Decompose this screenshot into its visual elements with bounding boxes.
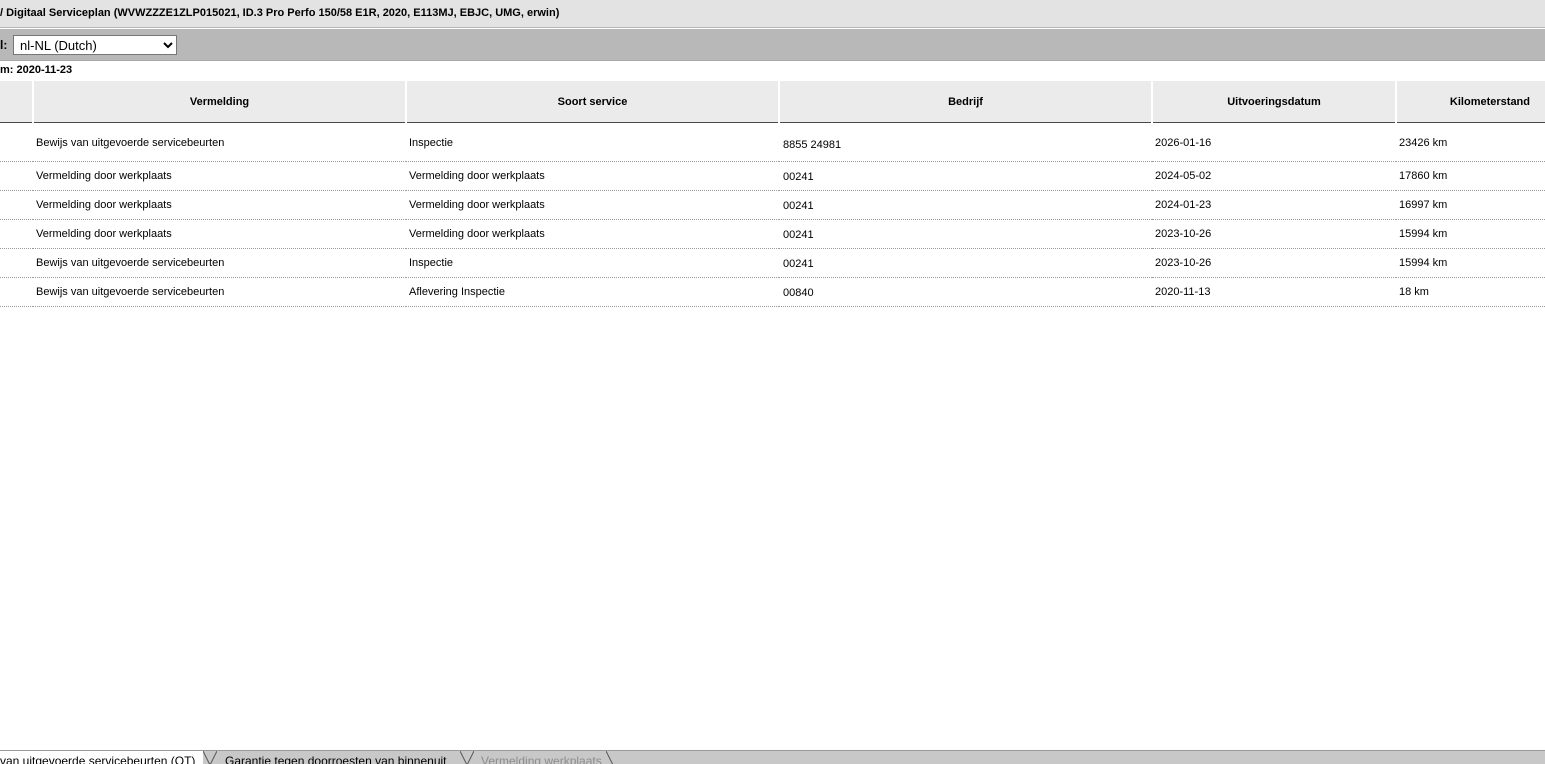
date-line: m: 2020-11-23 — [0, 64, 73, 76]
cell-kilometerstand: 23426 km — [1396, 122, 1545, 162]
bottom-tab-bar: van uitgevoerde servicebeurten (OT) Gara… — [0, 750, 1545, 764]
table-row[interactable]: Bewijs van uitgevoerde servicebeurten Af… — [0, 277, 1545, 307]
cell-soort-service: Inspectie — [406, 248, 779, 278]
cell-vermelding: Vermelding door werkplaats — [33, 219, 406, 249]
table-header-row: Vermelding Soort service Bedrijf Uitvoer… — [0, 81, 1545, 123]
tab-vermelding-werkplaats: Vermelding werkplaats — [481, 754, 602, 764]
cell-uitvoeringsdatum: 2020-11-13 — [1152, 277, 1396, 307]
header-vermelding[interactable]: Vermelding — [32, 81, 406, 123]
service-history-table: Vermelding Soort service Bedrijf Uitvoer… — [0, 81, 1545, 307]
cell-bedrijf: 00840 — [779, 277, 1152, 307]
cell-kilometerstand: 17860 km — [1396, 161, 1545, 191]
cell-uitvoeringsdatum: 2024-05-02 — [1152, 161, 1396, 191]
row-marker-cell — [0, 219, 33, 249]
cell-soort-service: Inspectie — [406, 122, 779, 162]
header-bedrijf[interactable]: Bedrijf — [778, 81, 1152, 123]
cell-kilometerstand: 15994 km — [1396, 219, 1545, 249]
language-select[interactable]: nl-NL (Dutch) — [13, 35, 177, 55]
cell-soort-service: Vermelding door werkplaats — [406, 219, 779, 249]
table-row[interactable]: Vermelding door werkplaats Vermelding do… — [0, 190, 1545, 220]
header-col0[interactable] — [0, 81, 33, 123]
service-plan-window: / Digitaal Serviceplan (WVWZZZE1ZLP01502… — [0, 0, 1545, 764]
tab-separator — [203, 751, 217, 764]
row-marker-cell — [0, 277, 33, 307]
cell-kilometerstand: 15994 km — [1396, 248, 1545, 278]
cell-vermelding: Bewijs van uitgevoerde servicebeurten — [33, 122, 406, 162]
tab-separator — [606, 751, 614, 764]
tab-servicebeurten[interactable]: van uitgevoerde servicebeurten (OT) — [0, 751, 203, 764]
row-marker-cell — [0, 248, 33, 278]
cell-soort-service: Vermelding door werkplaats — [406, 161, 779, 191]
cell-uitvoeringsdatum: 2023-10-26 — [1152, 248, 1396, 278]
cell-uitvoeringsdatum: 2026-01-16 — [1152, 122, 1396, 162]
cell-kilometerstand: 16997 km — [1396, 190, 1545, 220]
window-title: / Digitaal Serviceplan (WVWZZZE1ZLP01502… — [0, 7, 560, 19]
cell-bedrijf: 8855 24981 — [779, 122, 1152, 162]
header-soort-service[interactable]: Soort service — [405, 81, 779, 123]
cell-vermelding: Vermelding door werkplaats — [33, 190, 406, 220]
row-marker-cell — [0, 122, 33, 162]
cell-soort-service: Vermelding door werkplaats — [406, 190, 779, 220]
row-marker-cell — [0, 161, 33, 191]
title-bar: / Digitaal Serviceplan (WVWZZZE1ZLP01502… — [0, 0, 1545, 28]
tab-separator — [460, 751, 474, 764]
header-kilometerstand[interactable]: Kilometerstand — [1395, 81, 1545, 123]
table-row[interactable]: Bewijs van uitgevoerde servicebeurten In… — [0, 122, 1545, 162]
cell-uitvoeringsdatum: 2023-10-26 — [1152, 219, 1396, 249]
header-uitvoeringsdatum[interactable]: Uitvoeringsdatum — [1151, 81, 1396, 123]
cell-uitvoeringsdatum: 2024-01-23 — [1152, 190, 1396, 220]
language-label: l: — [0, 38, 8, 52]
cell-bedrijf: 00241 — [779, 248, 1152, 278]
row-marker-cell — [0, 190, 33, 220]
table-row[interactable]: Bewijs van uitgevoerde servicebeurten In… — [0, 248, 1545, 278]
table-row[interactable]: Vermelding door werkplaats Vermelding do… — [0, 219, 1545, 249]
cell-kilometerstand: 18 km — [1396, 277, 1545, 307]
cell-vermelding: Bewijs van uitgevoerde servicebeurten — [33, 248, 406, 278]
language-bar: l: nl-NL (Dutch) — [0, 29, 1545, 61]
table-row[interactable]: Vermelding door werkplaats Vermelding do… — [0, 161, 1545, 191]
cell-soort-service: Aflevering Inspectie — [406, 277, 779, 307]
tab-garantie-doorroesten[interactable]: Garantie tegen doorroesten van binnenuit — [225, 751, 461, 764]
cell-vermelding: Vermelding door werkplaats — [33, 161, 406, 191]
cell-bedrijf: 00241 — [779, 219, 1152, 249]
cell-bedrijf: 00241 — [779, 190, 1152, 220]
cell-vermelding: Bewijs van uitgevoerde servicebeurten — [33, 277, 406, 307]
cell-bedrijf: 00241 — [779, 161, 1152, 191]
